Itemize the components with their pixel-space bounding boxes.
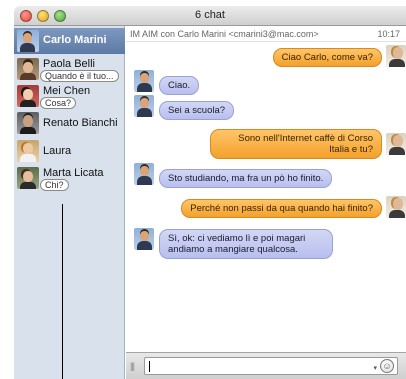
carlo-avatar [134, 95, 154, 117]
message-preview: Quando è il tuo... [40, 70, 119, 82]
my-avatar [386, 133, 406, 155]
message-outgoing: Sono nell'Internet caffè di Corso Italia… [126, 127, 406, 159]
carlo-avatar [134, 228, 154, 250]
message-bubble: Ciao Carlo, come va? [272, 48, 382, 67]
carlo-avatar [17, 30, 39, 52]
chat-header: IM AIM con Carlo Marini <cmarini3@mac.co… [126, 26, 406, 42]
message-incoming: Ciao. [126, 70, 406, 95]
chat-list-item-paola[interactable]: Paola Belli Quando è il tuo... [14, 56, 125, 82]
buddy-name: Carlo Marini [43, 34, 107, 46]
message-bubble: Ciao. [159, 76, 200, 95]
message-bubble: Sono nell'Internet caffè di Corso Italia… [210, 129, 382, 159]
dropdown-arrow-icon[interactable]: ▾ [373, 364, 377, 372]
message-incoming: Sì, ok: ci vediamo lì e poi magari andia… [126, 228, 406, 260]
resize-grip-icon[interactable]: ||| [130, 361, 135, 371]
message-bubble: Perché non passi da qua quando hai finit… [181, 199, 382, 218]
chat-list-item-carlo[interactable]: Carlo Marini [14, 28, 125, 54]
carlo-avatar [134, 70, 154, 92]
chat-list-item-renato[interactable]: Renato Bianchi [14, 110, 125, 136]
chat-transcript: Ciao Carlo, come va? Ciao. Sei a scuola?… [126, 43, 406, 352]
message-bubble: Sì, ok: ci vediamo lì e poi magari andia… [159, 229, 333, 259]
window-title: 6 chat [195, 9, 225, 21]
renato-avatar [17, 112, 39, 134]
message-input[interactable]: ▾ ☺ [144, 357, 398, 375]
chat-list-sidebar: Carlo Marini Paola Belli Quando è il tuo… [14, 26, 125, 379]
callout-line [62, 204, 63, 379]
buddy-name: Marta Licata [43, 167, 104, 179]
buddy-name: Renato Bianchi [43, 117, 118, 129]
message-preview: Cosa? [40, 97, 77, 109]
buddy-name: Laura [43, 145, 72, 157]
message-bubble: Sto studiando, ma fra un pò ho finito. [159, 169, 333, 188]
my-avatar [386, 196, 406, 218]
chat-list-item-laura[interactable]: Laura [14, 138, 125, 164]
message-incoming: Sto studiando, ma fra un pò ho finito. [126, 163, 406, 188]
chat-with-label: IM AIM con Carlo Marini <cmarini3@mac.co… [130, 29, 319, 39]
text-cursor [149, 361, 150, 372]
message-preview: Chi? [40, 179, 69, 191]
paola-avatar [17, 58, 39, 80]
message-incoming: Sei a scuola? [126, 95, 406, 120]
chat-time: 10:17 [377, 29, 400, 39]
my-avatar [386, 45, 406, 67]
message-input-bar: ||| ▾ ☺ [126, 352, 406, 379]
message-outgoing: Ciao Carlo, come va? [126, 43, 406, 67]
carlo-avatar [134, 163, 154, 185]
mei-avatar [17, 85, 39, 107]
marta-avatar [17, 167, 39, 189]
chat-list-item-mei[interactable]: Mei Chen Cosa? [14, 83, 125, 109]
buddy-name: Paola Belli [43, 58, 95, 70]
laura-avatar [17, 140, 39, 162]
message-outgoing: Perché non passi da qua quando hai finit… [126, 194, 406, 218]
title-bar: 6 chat [14, 6, 406, 26]
message-bubble: Sei a scuola? [159, 101, 235, 120]
chat-list-item-marta[interactable]: Marta Licata Chi? [14, 165, 125, 191]
smiley-icon[interactable]: ☺ [380, 359, 394, 373]
buddy-name: Mei Chen [43, 85, 91, 97]
